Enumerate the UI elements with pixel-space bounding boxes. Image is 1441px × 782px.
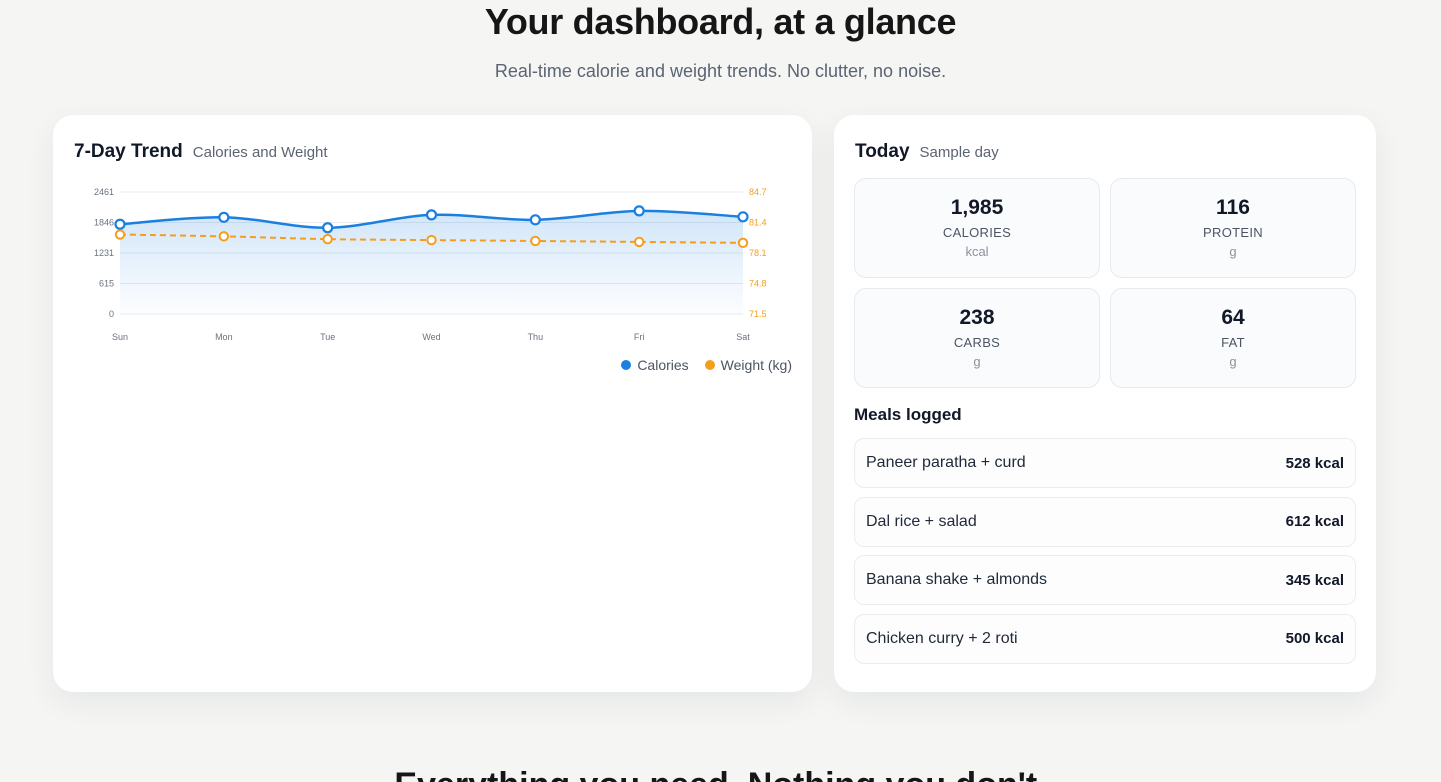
stat-unit: kcal bbox=[965, 244, 989, 259]
stat-label: CARBS bbox=[953, 335, 1001, 350]
weight-point bbox=[114, 229, 126, 240]
stat-value: 238 bbox=[959, 306, 995, 329]
x-tick-label: Sat bbox=[736, 332, 750, 342]
weight-point bbox=[218, 231, 230, 242]
x-tick-label: Fri bbox=[634, 332, 645, 342]
x-tick-label: Mon bbox=[215, 332, 233, 342]
legend-item-weight[interactable]: Weight (kg) bbox=[704, 357, 792, 373]
stat-carbs: 238 CARBS g bbox=[854, 288, 1100, 388]
meal-kcal: 612 kcal bbox=[1285, 513, 1344, 530]
legend-dot-calories bbox=[621, 360, 632, 370]
today-card-title: Today bbox=[855, 141, 910, 162]
calories-point bbox=[737, 211, 749, 223]
weight-point bbox=[737, 237, 749, 249]
meals-list: Paneer paratha + curd 528 kcal Dal rice … bbox=[854, 438, 1356, 672]
meal-name: Paneer paratha + curd bbox=[866, 454, 1026, 471]
trend-chart: 0 71.5 615 74.8 1231 78.1 1846 81.4 2461 84.7 Sun M… bbox=[94, 187, 767, 342]
y-right-tick-label: 81.4 bbox=[749, 218, 767, 228]
list-item[interactable]: Paneer paratha + curd 528 kcal bbox=[854, 438, 1356, 488]
meal-name: Chicken curry + 2 roti bbox=[866, 629, 1018, 647]
y-left-tick-label: 1846 bbox=[94, 218, 114, 228]
list-item[interactable]: Dal rice + salad 612 kcal bbox=[854, 496, 1356, 547]
hero-title: Your dashboard, at a glance bbox=[484, 1, 957, 42]
today-card: Today Sample day 1,985 CALORIES kcal 116… bbox=[834, 115, 1376, 692]
weight-point bbox=[322, 233, 333, 245]
calories-point bbox=[322, 222, 334, 234]
section-title: Everything you need. Nothing you don't. bbox=[0, 765, 1441, 782]
meal-kcal: 500 kcal bbox=[1285, 630, 1344, 647]
x-tick-label: Sun bbox=[112, 332, 128, 342]
stat-value: 116 bbox=[1216, 196, 1250, 219]
list-item[interactable]: Banana shake + almonds 345 kcal bbox=[854, 555, 1356, 605]
calories-point bbox=[633, 205, 645, 217]
stat-label: CALORIES bbox=[942, 225, 1012, 240]
legend-item-calories[interactable]: Calories bbox=[621, 357, 689, 373]
today-card-subtitle: Sample day bbox=[919, 144, 999, 161]
y-right-tick-label: 84.7 bbox=[749, 187, 767, 197]
y-right-tick-label: 71.5 bbox=[749, 309, 767, 319]
list-item[interactable]: Chicken curry + 2 roti 500 kcal bbox=[854, 613, 1356, 664]
hero-subtitle: Real-time calorie and weight trends. No … bbox=[494, 61, 947, 81]
y-right-tick-label: 74.8 bbox=[749, 279, 767, 289]
calories-point bbox=[218, 211, 230, 223]
stat-calories: 1,985 CALORIES kcal bbox=[854, 178, 1100, 278]
meal-kcal: 345 kcal bbox=[1285, 571, 1344, 589]
trend-card: 7-Day Trend Calories and Weight 0 71.5 615… bbox=[53, 115, 812, 692]
stat-label: FAT bbox=[1221, 335, 1245, 350]
stat-value: 64 bbox=[1221, 306, 1245, 329]
stat-label: PROTEIN bbox=[1203, 225, 1263, 240]
y-left-tick-label: 2461 bbox=[94, 187, 114, 197]
meals-title: Meals logged bbox=[854, 405, 962, 424]
stat-unit: g bbox=[1229, 244, 1237, 259]
y-right-tick-label: 78.1 bbox=[749, 248, 767, 258]
y-left-tick-label: 615 bbox=[99, 279, 114, 289]
macro-stats: 1,985 CALORIES kcal 116 PROTEIN g 238 CA… bbox=[854, 178, 1356, 388]
calories-point bbox=[114, 218, 126, 230]
calories-area bbox=[120, 210, 743, 314]
meal-name: Dal rice + salad bbox=[866, 512, 977, 530]
stat-fat: 64 FAT g bbox=[1110, 288, 1356, 388]
weight-point bbox=[426, 234, 437, 246]
x-tick-label: Thu bbox=[528, 332, 544, 342]
stat-unit: g bbox=[1229, 354, 1237, 369]
x-tick-label: Wed bbox=[422, 332, 440, 342]
legend-dot-weight bbox=[704, 360, 715, 370]
y-left-tick-label: 1231 bbox=[94, 248, 114, 258]
meal-name: Banana shake + almonds bbox=[866, 571, 1048, 588]
calories-point bbox=[529, 214, 541, 226]
y-left-tick-label: 0 bbox=[109, 309, 114, 319]
weight-point bbox=[530, 235, 541, 247]
stat-protein: 116 PROTEIN g bbox=[1110, 178, 1356, 278]
x-tick-label: Tue bbox=[320, 332, 335, 342]
calories-point bbox=[425, 209, 438, 221]
stat-value: 1,985 bbox=[950, 196, 1004, 219]
legend-label-calories: Calories bbox=[637, 357, 689, 373]
today-card-header: Today Sample day bbox=[855, 141, 999, 163]
meal-kcal: 528 kcal bbox=[1285, 454, 1344, 472]
legend-label-weight: Weight (kg) bbox=[720, 357, 792, 373]
stat-unit: g bbox=[973, 354, 981, 369]
chart-legend: Calories Weight (kg) bbox=[621, 357, 792, 373]
weight-point bbox=[633, 236, 645, 248]
